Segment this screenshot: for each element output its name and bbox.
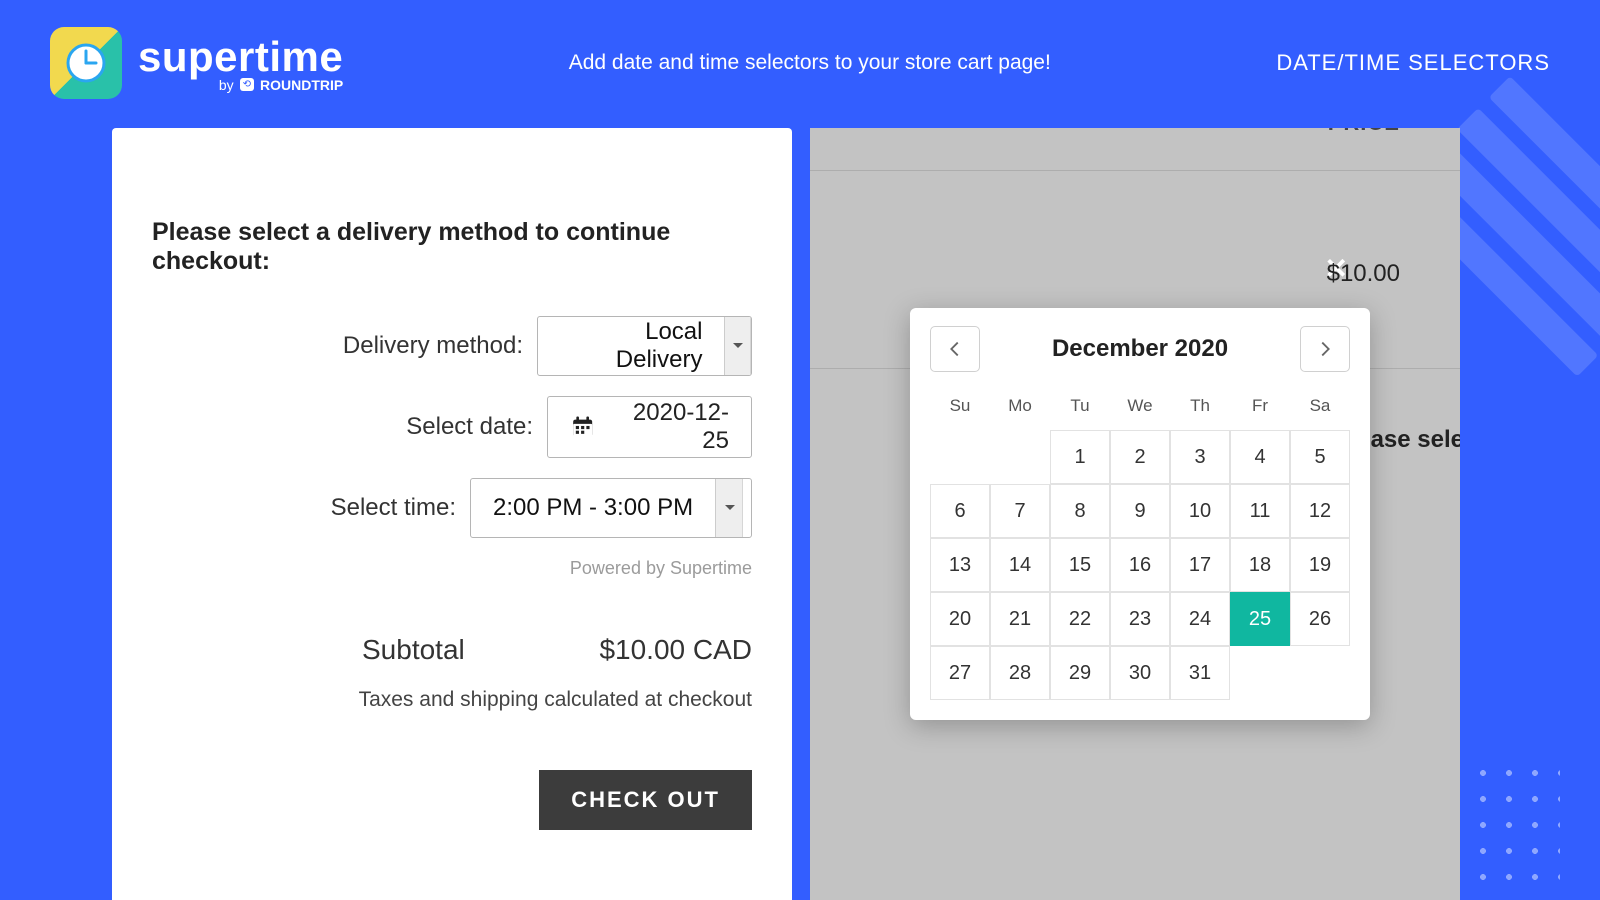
delivery-method-label: Delivery method: <box>343 332 523 360</box>
calendar-day[interactable]: 15 <box>1050 538 1110 592</box>
subtotal-label: Subtotal <box>362 634 465 666</box>
calendar-weekday: We <box>1110 386 1170 430</box>
brand-byline: by ⟲ ROUNDTRIP <box>219 77 343 93</box>
chevron-down-icon <box>715 479 743 537</box>
calendar-day[interactable]: 14 <box>990 538 1050 592</box>
date-value: 2020-12-25 <box>609 399 729 455</box>
brand-block: supertime by ⟲ ROUNDTRIP <box>50 27 343 99</box>
calendar-day[interactable]: 29 <box>1050 646 1110 700</box>
calendar-title: December 2020 <box>1052 335 1228 363</box>
date-input[interactable]: 2020-12-25 <box>547 396 752 458</box>
roundtrip-badge: ⟲ <box>240 78 254 91</box>
calendar-day[interactable]: 11 <box>1230 484 1290 538</box>
chevron-down-icon <box>724 317 751 375</box>
checkout-button[interactable]: CHECK OUT <box>539 770 752 830</box>
calendar-empty-cell <box>990 430 1050 484</box>
divider <box>810 170 1460 171</box>
select-time-label: Select time: <box>331 494 456 522</box>
calendar-day[interactable]: 21 <box>990 592 1050 646</box>
app-header: supertime by ⟲ ROUNDTRIP Add date and ti… <box>0 0 1600 125</box>
tax-shipping-note: Taxes and shipping calculated at checkou… <box>152 688 752 712</box>
calendar-day[interactable]: 12 <box>1290 484 1350 538</box>
calendar-day[interactable]: 4 <box>1230 430 1290 484</box>
calendar-day[interactable]: 31 <box>1170 646 1230 700</box>
calendar-weekday: Tu <box>1050 386 1110 430</box>
cart-backdrop-panel: PRICE ✕ $10.00 Please sele December 2020… <box>810 128 1460 900</box>
calendar-weekday: Fr <box>1230 386 1290 430</box>
calendar-empty-cell <box>930 430 990 484</box>
time-value: 2:00 PM - 3:00 PM <box>471 494 715 522</box>
calendar-day[interactable]: 27 <box>930 646 990 700</box>
calendar-day[interactable]: 26 <box>1290 592 1350 646</box>
time-select[interactable]: 2:00 PM - 3:00 PM <box>470 478 752 538</box>
calendar-day[interactable]: 1 <box>1050 430 1110 484</box>
calendar-day[interactable]: 24 <box>1170 592 1230 646</box>
calendar-day[interactable]: 25 <box>1230 592 1290 646</box>
line-item-price: $10.00 <box>1327 260 1400 288</box>
byline-brand: ROUNDTRIP <box>260 77 343 93</box>
calendar-weekday: Th <box>1170 386 1230 430</box>
calendar-day[interactable]: 30 <box>1110 646 1170 700</box>
calendar-next-month[interactable] <box>1300 326 1350 372</box>
delivery-method-value: Local Delivery <box>538 318 724 374</box>
brand-name: supertime <box>138 33 343 81</box>
calendar-day[interactable]: 10 <box>1170 484 1230 538</box>
calendar-weekday: Sa <box>1290 386 1350 430</box>
panel-heading: Please select a delivery method to conti… <box>152 218 752 276</box>
calendar-weekday: Mo <box>990 386 1050 430</box>
calendar-day[interactable]: 17 <box>1170 538 1230 592</box>
calendar-day[interactable]: 9 <box>1110 484 1170 538</box>
calendar-day[interactable]: 5 <box>1290 430 1350 484</box>
calendar-day[interactable]: 16 <box>1110 538 1170 592</box>
calendar-prev-month[interactable] <box>930 326 980 372</box>
calendar-grid: SuMoTuWeThFrSa12345678910111213141516171… <box>930 386 1350 700</box>
nav-date-time-selectors[interactable]: DATE/TIME SELECTORS <box>1276 50 1550 76</box>
delivery-method-select[interactable]: Local Delivery <box>537 316 752 376</box>
calendar-day[interactable]: 23 <box>1110 592 1170 646</box>
checkout-panel: Please select a delivery method to conti… <box>112 128 792 900</box>
price-column-header: PRICE <box>1328 128 1400 136</box>
calendar-day[interactable]: 20 <box>930 592 990 646</box>
calendar-day[interactable]: 28 <box>990 646 1050 700</box>
calendar-day[interactable]: 19 <box>1290 538 1350 592</box>
calendar-day[interactable]: 2 <box>1110 430 1170 484</box>
byline-prefix: by <box>219 77 234 93</box>
subtotal-value: $10.00 CAD <box>599 634 752 666</box>
calendar-day[interactable]: 6 <box>930 484 990 538</box>
calendar-day[interactable]: 3 <box>1170 430 1230 484</box>
calendar-day[interactable]: 8 <box>1050 484 1110 538</box>
calendar-day[interactable]: 22 <box>1050 592 1110 646</box>
supertime-logo-icon <box>50 27 122 99</box>
calendar-icon <box>570 414 595 440</box>
powered-by: Powered by Supertime <box>152 558 752 579</box>
calendar-day[interactable]: 7 <box>990 484 1050 538</box>
calendar-day[interactable]: 13 <box>930 538 990 592</box>
tagline: Add date and time selectors to your stor… <box>343 51 1276 75</box>
date-picker-popup: December 2020 SuMoTuWeThFrSa123456789101… <box>910 308 1370 720</box>
calendar-day[interactable]: 18 <box>1230 538 1290 592</box>
select-date-label: Select date: <box>406 413 533 441</box>
calendar-weekday: Su <box>930 386 990 430</box>
